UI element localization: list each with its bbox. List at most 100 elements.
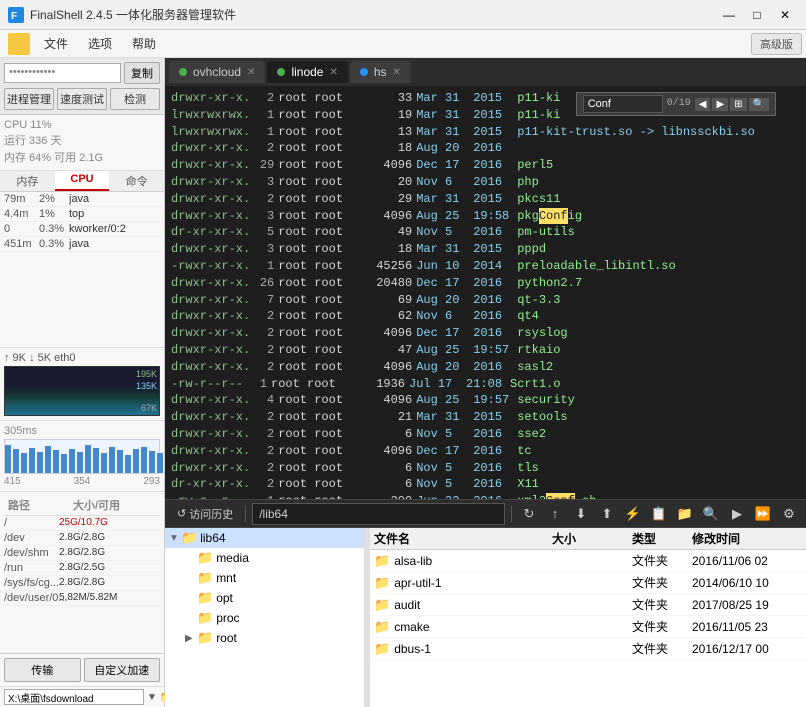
tab-close-hs[interactable]: ✕ <box>393 67 401 78</box>
file-row[interactable]: 📁cmake文件夹2016/11/05 23 <box>370 616 806 638</box>
process-row[interactable]: 4.4m1%top <box>0 207 164 222</box>
file-tree: ▼📁lib64📁media📁mnt📁opt📁proc▶📁root <box>165 528 365 707</box>
tree-item-media[interactable]: 📁media <box>165 548 364 568</box>
file-name: 📁apr-util-1 <box>374 575 552 591</box>
tab-close-linode[interactable]: ✕ <box>329 67 337 78</box>
perm: drwxr-xr-x. <box>171 342 250 359</box>
tree-item-lib64[interactable]: ▼📁lib64 <box>165 528 364 548</box>
terminal-line: dr-xr-xr-x.5root root49Nov 52016pm-utils <box>171 224 800 241</box>
year: 2016 <box>473 325 513 342</box>
file-row[interactable]: 📁alsa-lib文件夹2016/11/06 02 <box>370 550 806 572</box>
links: 2 <box>254 443 274 460</box>
file-type: 文件夹 <box>632 552 692 569</box>
advanced-button[interactable]: 高级版 <box>751 33 802 55</box>
size: 200 <box>362 493 412 499</box>
refresh-icon-btn[interactable]: ↻ <box>518 503 540 525</box>
search-files-btn[interactable]: 🔍 <box>700 503 722 525</box>
date: Jun 23 <box>416 493 471 499</box>
file-row[interactable]: 📁apr-util-1文件夹2014/06/10 10 <box>370 572 806 594</box>
search-find-button[interactable]: 🔍 <box>749 98 769 111</box>
proc-mem: 79m <box>4 193 39 205</box>
disk-path: /dev <box>4 532 59 544</box>
fast-forward-btn[interactable]: ⏩ <box>752 503 774 525</box>
links: 26 <box>254 275 274 292</box>
process-row[interactable]: 451m0.3%java <box>0 237 164 252</box>
col-type[interactable]: 类型 <box>632 530 692 547</box>
speed-test-button[interactable]: 速度测试 <box>57 88 107 110</box>
filename: rsyslog <box>517 325 567 342</box>
perm: lrwxrwxrwx. <box>171 107 250 124</box>
app-icon: F <box>8 7 24 23</box>
date: Mar 31 <box>416 241 471 258</box>
tab-close-ovhcloud[interactable]: ✕ <box>247 67 255 78</box>
play-btn[interactable]: ▶ <box>726 503 748 525</box>
disk-row[interactable]: /dev/user/0...5.82M/5.82M <box>4 591 160 606</box>
detect-button[interactable]: 检测 <box>110 88 160 110</box>
flash-btn[interactable]: ⚡ <box>622 503 644 525</box>
folder-icon[interactable] <box>8 33 30 55</box>
visit-history-button[interactable]: ↺ 访问历史 <box>171 503 239 525</box>
process-row[interactable]: 79m2%java <box>0 192 164 207</box>
local-path-input[interactable] <box>4 689 144 705</box>
search-input[interactable] <box>583 95 663 113</box>
file-row[interactable]: 📁audit文件夹2017/08/25 19 <box>370 594 806 616</box>
clipboard-btn[interactable]: 📋 <box>648 503 670 525</box>
disk-row[interactable]: /dev/shm2.8G/2.8G <box>4 546 160 561</box>
tree-label-opt: opt <box>216 591 233 605</box>
expand-icon-lib64[interactable]: ▼ <box>169 533 179 544</box>
tab-cpu[interactable]: CPU <box>55 171 110 191</box>
up-dir-btn[interactable]: ↑ <box>544 503 566 525</box>
menu-help[interactable]: 帮助 <box>122 31 166 56</box>
file-row[interactable]: 📁dbus-1文件夹2016/12/17 00 <box>370 638 806 660</box>
ping-bar <box>101 453 107 473</box>
upload-btn[interactable]: ⬆ <box>596 503 618 525</box>
tree-item-root[interactable]: ▶📁root <box>165 628 364 648</box>
terminal-lines: drwxr-xr-x.2root root33Mar 312015p11-kil… <box>171 90 800 499</box>
download-btn[interactable]: ⬇ <box>570 503 592 525</box>
col-filename[interactable]: 文件名 <box>374 530 552 547</box>
transfer-button[interactable]: 传输 <box>4 658 81 682</box>
settings-btn[interactable]: ⚙ <box>778 503 800 525</box>
disk-row[interactable]: /25G/10.7G <box>4 516 160 531</box>
tree-item-opt[interactable]: 📁opt <box>165 588 364 608</box>
expand-icon-root[interactable]: ▶ <box>185 633 195 644</box>
tab-ovhcloud[interactable]: ovhcloud✕ <box>169 61 265 83</box>
year: 2016 <box>473 308 513 325</box>
custom-accel-button[interactable]: 自定义加速 <box>84 658 161 682</box>
ping-bar <box>141 447 147 473</box>
date: Dec 17 <box>416 325 471 342</box>
tab-memory[interactable]: 内存 <box>0 171 55 191</box>
minimize-button[interactable]: — <box>716 5 742 25</box>
disk-row[interactable]: /run2.8G/2.5G <box>4 561 160 576</box>
menu-file[interactable]: 文件 <box>34 31 78 56</box>
col-date[interactable]: 修改时间 <box>692 530 802 547</box>
tree-item-mnt[interactable]: 📁mnt <box>165 568 364 588</box>
process-mgr-button[interactable]: 进程管理 <box>4 88 54 110</box>
search-copy-button[interactable]: ⊞ <box>730 98 746 111</box>
tree-item-proc[interactable]: 📁proc <box>165 608 364 628</box>
new-folder-btn[interactable]: 📁 <box>674 503 696 525</box>
folder-icon-mnt: 📁 <box>197 570 213 586</box>
tab-linode[interactable]: linode✕ <box>267 61 347 83</box>
col-size[interactable]: 大小 <box>552 530 632 547</box>
disk-row[interactable]: /dev2.8G/2.8G <box>4 531 160 546</box>
ping-values: 415 354 293 <box>4 476 160 487</box>
search-prev-button[interactable]: ◀ <box>695 98 711 111</box>
process-row[interactable]: 00.3%kworker/0:2 <box>0 222 164 237</box>
disk-path: /sys/fs/cg... <box>4 577 59 589</box>
tab-hs[interactable]: hs✕ <box>350 61 411 83</box>
file-type: 文件夹 <box>632 574 692 591</box>
perm: drwxr-xr-x. <box>171 308 250 325</box>
tab-command[interactable]: 命令 <box>109 171 164 191</box>
close-button[interactable]: ✕ <box>772 5 798 25</box>
copy-button[interactable]: 复制 <box>124 62 160 84</box>
maximize-button[interactable]: □ <box>744 5 770 25</box>
remote-path-input[interactable] <box>252 503 505 525</box>
menu-options[interactable]: 选项 <box>78 31 122 56</box>
path-down-arrow[interactable]: ▼ <box>147 689 157 705</box>
disk-row[interactable]: /sys/fs/cg...2.8G/2.8G <box>4 576 160 591</box>
size: 4096 <box>362 392 412 409</box>
perm: drwxr-xr-x. <box>171 140 250 157</box>
perm: drwxr-xr-x. <box>171 443 250 460</box>
search-next-button[interactable]: ▶ <box>712 98 728 111</box>
